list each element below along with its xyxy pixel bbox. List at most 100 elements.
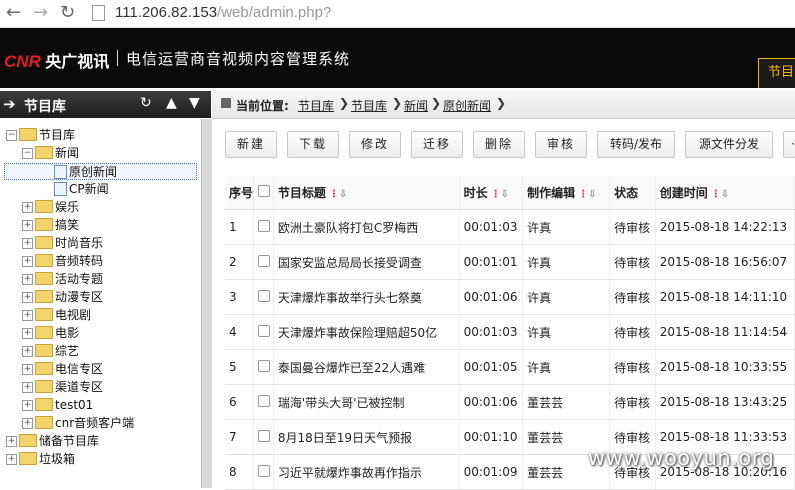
expand-icon[interactable]: + [22,310,33,321]
table-row[interactable]: 3 天津爆炸事故举行头七祭奠 00:01:06 许真 待审核 2015-08-18 14:… [225,279,795,315]
row-select[interactable] [253,454,274,490]
move-button[interactable]: 迁移 [411,131,463,158]
expand-icon[interactable]: + [22,220,33,231]
col-header-editor[interactable]: 制作编辑 ⋮⇩ [522,176,611,210]
select-all-checkbox[interactable] [258,185,271,197]
sort-icon[interactable]: ⋮⇩ [491,189,509,200]
tree-item[interactable]: + 活动专题 [22,271,103,288]
url-bar[interactable]: 111.206.82.153/web/admin.php? [115,3,331,23]
refresh-icon[interactable]: ↻ [140,95,152,111]
tree-item[interactable]: + 电视剧 [22,307,91,324]
table-row[interactable]: 6 瑞海'带头大哥'已被控制 00:01:06 董芸芸 待审核 2015-08-18 13… [225,384,795,420]
tree-item[interactable]: − 节目库 [6,127,75,144]
sort-icon[interactable]: ⋮⇩ [578,189,596,200]
breadcrumb-item[interactable]: 原创新闻 [443,97,491,114]
collapse-up-icon[interactable]: ▲ [166,95,177,111]
tree-item[interactable]: + 储备节目库 [6,433,99,450]
expand-icon[interactable]: + [6,436,17,447]
row-select[interactable] [253,384,274,420]
table-row[interactable]: 2 国家安监总局局长接受调查 00:01:01 许真 待审核 2015-08-18 16:… [225,244,795,280]
breadcrumb-item[interactable]: 新闻 [404,97,428,114]
tree-item[interactable]: + 时尚音乐 [22,235,103,252]
table-row[interactable]: 5 泰国曼谷爆炸已至22人遇难 00:01:05 许真 待审核 2015-08-18 10… [225,349,795,385]
expand-down-icon[interactable]: ▼ [189,95,200,111]
col-header-duration[interactable]: 时长 ⋮⇩ [459,176,524,210]
row-select[interactable] [253,314,274,350]
expand-icon[interactable]: + [22,274,33,285]
expand-icon[interactable]: + [22,256,33,267]
row-editor: 许真 [522,244,611,280]
row-title[interactable]: 天津爆炸事故举行头七祭奠 [273,279,460,315]
expand-icon[interactable]: + [22,202,33,213]
row-select[interactable] [253,419,274,455]
tab-programs[interactable]: 节目 [758,58,795,88]
row-checkbox[interactable] [258,394,271,407]
row-title[interactable]: 8月18日至19日天气预报 [273,419,460,455]
breadcrumb-item[interactable]: 节目库 [351,97,387,114]
tree-item[interactable]: 原创新闻 [4,163,197,180]
tree-item[interactable]: CP新闻 [38,181,109,198]
expand-icon[interactable]: + [6,454,17,465]
tree-item-label: cnr音频客户端 [55,416,135,430]
row-select[interactable] [253,244,274,280]
expand-icon[interactable]: + [22,346,33,357]
tree-item[interactable]: + 搞笑 [22,217,79,234]
download-button[interactable]: 下载 [287,131,339,158]
tree-item[interactable]: + cnr音频客户端 [22,415,134,432]
row-checkbox[interactable] [258,464,271,477]
tree-item[interactable]: + 垃圾箱 [6,451,75,468]
edit-button[interactable]: 修改 [349,131,401,158]
row-title[interactable]: 瑞海'带头大哥'已被控制 [273,384,460,420]
expand-icon[interactable]: + [22,418,33,429]
reload-icon[interactable]: ↻ [60,3,75,23]
col-header-select[interactable] [253,176,274,210]
sort-icon[interactable]: ⋮⇩ [329,189,347,200]
row-checkbox[interactable] [258,254,271,267]
tree-item[interactable]: + 动漫专区 [22,289,103,306]
row-select[interactable] [253,279,274,315]
expand-icon[interactable]: + [22,382,33,393]
transcode-publish-button[interactable]: 转码/发布 [597,131,675,158]
new-button[interactable]: 新建 [225,131,277,158]
expand-icon[interactable]: + [22,292,33,303]
row-title[interactable]: 习近平就爆炸事故再作指示 [273,454,460,490]
review-button[interactable]: 审核 [535,131,587,158]
row-checkbox[interactable] [258,429,271,442]
expand-icon[interactable]: + [22,364,33,375]
col-header-created[interactable]: 创建时间 ⋮⇩ [655,176,795,210]
expand-icon[interactable]: + [22,238,33,249]
row-checkbox[interactable] [258,359,271,372]
row-title[interactable]: 天津爆炸事故保险理赔超50亿 [273,314,460,350]
collapse-icon[interactable]: − [6,130,17,141]
tree-item[interactable]: + 娱乐 [22,199,79,216]
back-icon[interactable]: ← [6,3,21,23]
expand-icon[interactable]: + [22,400,33,411]
row-checkbox[interactable] [258,289,271,302]
row-select[interactable] [253,209,274,245]
row-checkbox[interactable] [258,219,271,232]
row-title[interactable]: 泰国曼谷爆炸已至22人遇难 [273,349,460,385]
sort-icon[interactable]: ⋮⇩ [711,189,729,200]
more-button[interactable]: · [783,131,795,158]
panel-splitter[interactable] [201,119,212,488]
row-select[interactable] [253,349,274,385]
table-row[interactable]: 4 天津爆炸事故保险理赔超50亿 00:01:03 许真 待审核 2015-08-18 1… [225,314,795,350]
tree-item[interactable]: + 电影 [22,325,79,342]
col-header-title[interactable]: 节目标题 ⋮⇩ [273,176,460,210]
expand-icon[interactable]: + [22,328,33,339]
source-distribute-button[interactable]: 源文件分发 [685,131,773,158]
forward-icon[interactable]: → [33,3,48,23]
row-title[interactable]: 国家安监总局局长接受调查 [273,244,460,280]
tree-item[interactable]: − 新闻 [22,145,79,162]
table-row[interactable]: 1 欧洲土豪队将打包C罗梅西 00:01:03 许真 待审核 2015-08-18 14:… [225,209,795,245]
tree-item[interactable]: + test01 [22,397,93,414]
row-checkbox[interactable] [258,324,271,337]
tree-item[interactable]: + 综艺 [22,343,79,360]
tree-item[interactable]: + 音频转码 [22,253,103,270]
tree-item[interactable]: + 渠道专区 [22,379,103,396]
tree-item[interactable]: + 电信专区 [22,361,103,378]
breadcrumb-item[interactable]: 节目库 [298,97,334,114]
delete-button[interactable]: 删除 [473,131,525,158]
row-title[interactable]: 欧洲土豪队将打包C罗梅西 [273,209,460,245]
collapse-icon[interactable]: − [22,148,33,159]
